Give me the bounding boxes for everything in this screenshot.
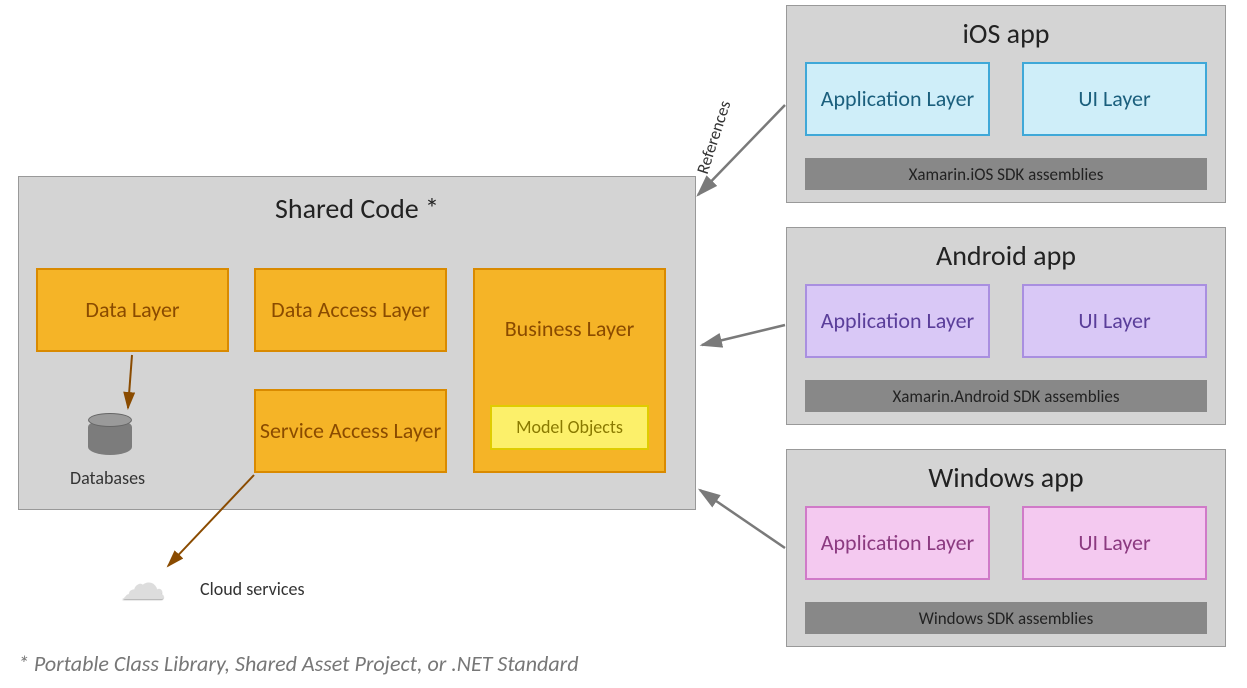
footnote-text: * Portable Class Library, Shared Asset P…: [18, 650, 579, 677]
windows-ui-layer-box: UI Layer: [1022, 506, 1207, 580]
model-objects-box: Model Objects: [490, 405, 649, 450]
cloud-services-label: Cloud services: [200, 578, 305, 600]
android-app-layer-box: Application Layer: [805, 284, 990, 358]
database-icon: [88, 413, 132, 461]
references-label: References: [692, 98, 735, 177]
android-sdk-bar: Xamarin.Android SDK assemblies: [805, 380, 1207, 412]
shared-code-title: Shared Code *: [19, 177, 695, 226]
ios-ui-layer-box: UI Layer: [1022, 62, 1207, 136]
ios-sdk-bar: Xamarin.iOS SDK assemblies: [805, 158, 1207, 190]
windows-app-layer-box: Application Layer: [805, 506, 990, 580]
cloud-icon: [120, 568, 176, 608]
data-layer-box: Data Layer: [36, 268, 229, 352]
windows-app-title: Windows app: [787, 450, 1225, 495]
databases-label: Databases: [70, 467, 145, 489]
ios-app-layer-box: Application Layer: [805, 62, 990, 136]
android-app-title: Android app: [787, 228, 1225, 273]
windows-sdk-bar: Windows SDK assemblies: [805, 602, 1207, 634]
android-ui-layer-box: UI Layer: [1022, 284, 1207, 358]
data-access-layer-box: Data Access Layer: [254, 268, 447, 352]
service-access-layer-box: Service Access Layer: [254, 389, 447, 473]
ios-app-title: iOS app: [787, 6, 1225, 51]
